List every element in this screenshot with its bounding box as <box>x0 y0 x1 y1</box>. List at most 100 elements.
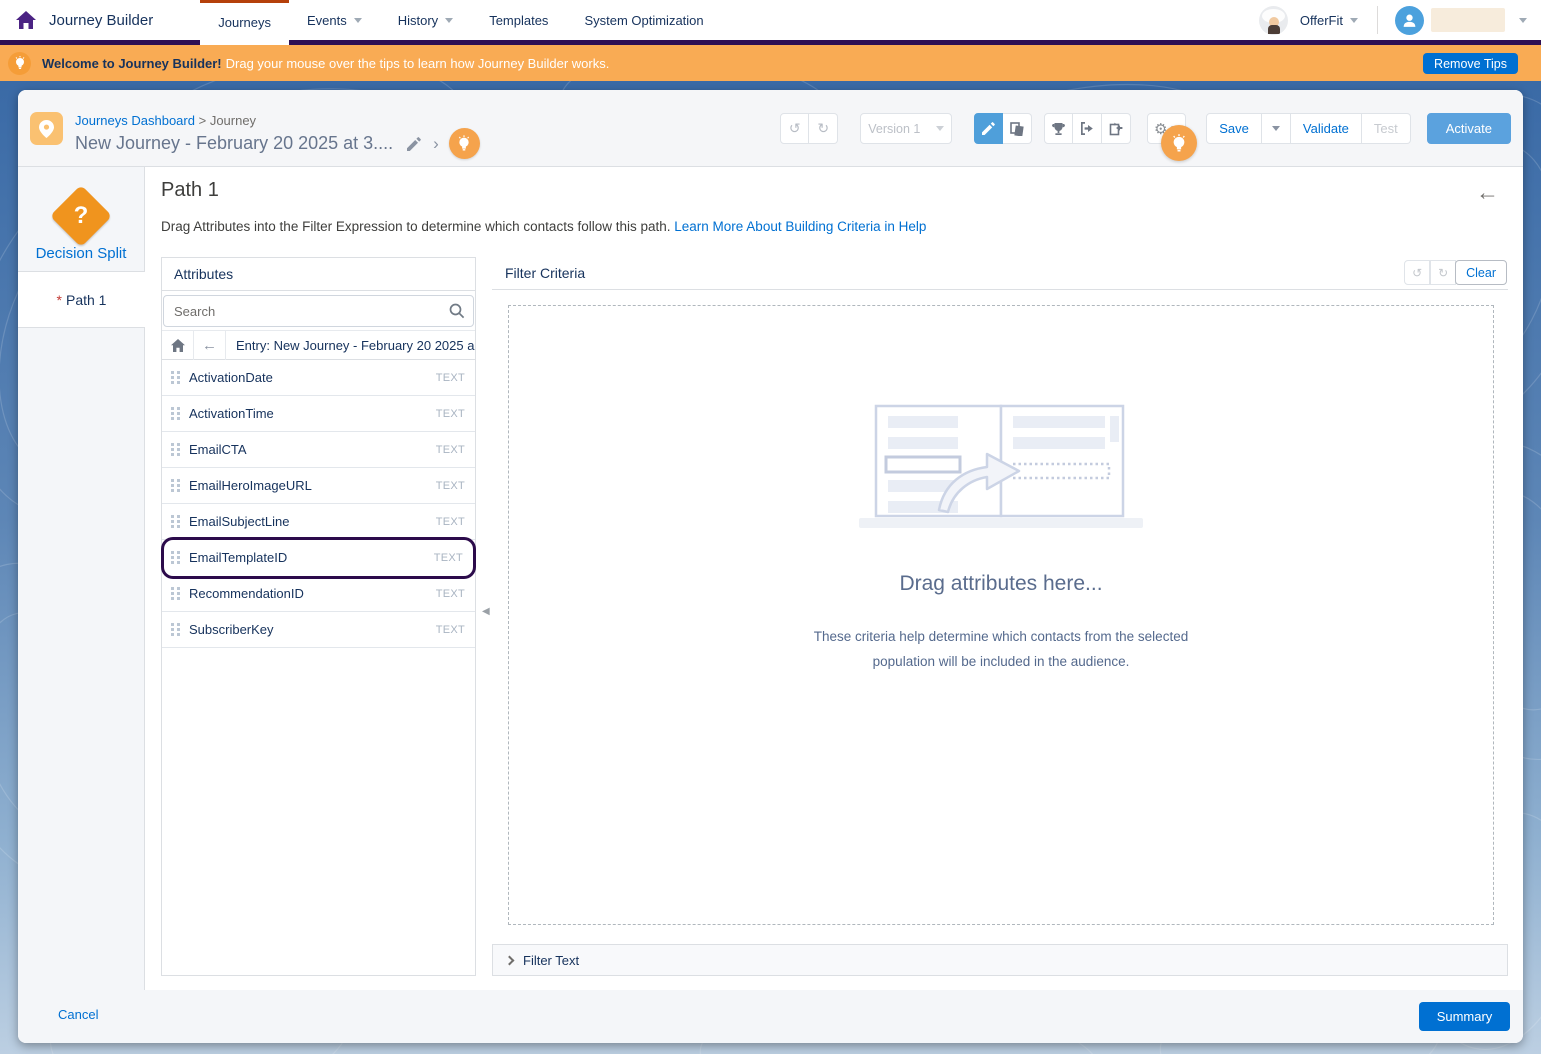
clear-button[interactable]: Clear <box>1455 260 1507 285</box>
version-dropdown[interactable]: Version 1 <box>860 113 952 144</box>
drag-handle-icon[interactable] <box>171 479 180 492</box>
breadcrumb-journeys-dashboard-link[interactable]: Journeys Dashboard <box>75 113 195 128</box>
einstein-avatar[interactable] <box>1259 6 1288 35</box>
assistant-menu-label[interactable]: OfferFit <box>1300 13 1343 28</box>
edit-mode-button[interactable] <box>974 113 1003 144</box>
banner-title: Welcome to Journey Builder! <box>42 56 222 71</box>
attribute-type: TEXT <box>436 480 465 492</box>
redo-button[interactable]: ↻ <box>809 113 838 144</box>
drag-handle-icon[interactable] <box>171 443 180 456</box>
attribute-name: RecommendationID <box>189 586 436 601</box>
attribute-row-emailsubjectline[interactable]: EmailSubjectLine TEXT <box>162 504 475 540</box>
tab-history[interactable]: History <box>380 0 471 40</box>
attributes-home-button[interactable] <box>162 330 194 360</box>
dropzone-line1: These criteria help determine which cont… <box>814 629 1188 644</box>
search-input[interactable] <box>163 295 474 327</box>
attribute-row-activationtime[interactable]: ActivationTime TEXT <box>162 396 475 432</box>
description-text: Drag Attributes into the Filter Expressi… <box>161 219 671 234</box>
validate-button[interactable]: Validate <box>1291 113 1362 144</box>
filter-criteria-title: Filter Criteria <box>505 265 585 281</box>
nav-tabs: Journeys Events History Templates System… <box>200 0 721 45</box>
tab-templates[interactable]: Templates <box>471 0 566 40</box>
copy-flow-icon <box>1109 122 1123 136</box>
attribute-name: EmailSubjectLine <box>189 514 436 529</box>
chevron-down-icon <box>936 126 944 131</box>
dropzone-title: Drag attributes here... <box>899 572 1102 596</box>
person-icon <box>1401 12 1418 29</box>
decision-split-card[interactable]: ? Decision Split <box>18 167 144 272</box>
read-view-button[interactable] <box>1003 113 1032 144</box>
remove-tips-button[interactable]: Remove Tips <box>1423 53 1518 74</box>
tip-lightbulb-icon[interactable] <box>1161 125 1197 161</box>
drag-handle-icon[interactable] <box>171 551 180 564</box>
help-link[interactable]: Learn More About Building Criteria in He… <box>674 219 926 234</box>
attribute-row-emailheroimageurl[interactable]: EmailHeroImageURL TEXT <box>162 468 475 504</box>
test-button[interactable]: Test <box>1362 113 1411 144</box>
filter-dropzone[interactable]: Drag attributes here... These criteria h… <box>508 305 1494 925</box>
collapse-panel-icon[interactable]: ◀ <box>482 606 490 617</box>
attribute-name: SubscriberKey <box>189 622 436 637</box>
chevron-down-icon[interactable] <box>1350 18 1358 23</box>
tab-system-optimization[interactable]: System Optimization <box>566 0 721 40</box>
filter-redo-button[interactable]: ↻ <box>1430 260 1456 285</box>
home-icon[interactable] <box>15 10 37 30</box>
exit-criteria-button[interactable] <box>1073 113 1102 144</box>
tab-events[interactable]: Events <box>289 0 380 40</box>
tab-label: Journeys <box>218 15 271 30</box>
back-arrow-icon[interactable]: ← <box>1476 181 1499 204</box>
drag-handle-icon[interactable] <box>171 623 180 636</box>
drag-handle-icon[interactable] <box>171 407 180 420</box>
drag-handle-icon[interactable] <box>171 515 180 528</box>
attribute-type: TEXT <box>436 444 465 456</box>
tab-label: System Optimization <box>584 13 703 28</box>
undo-button[interactable]: ↺ <box>780 113 809 144</box>
user-avatar[interactable] <box>1395 6 1424 35</box>
summary-button[interactable]: Summary <box>1419 1002 1510 1031</box>
chevron-right-icon[interactable]: › <box>433 134 439 154</box>
path-description: Drag Attributes into the Filter Expressi… <box>161 219 926 234</box>
search-icon <box>449 303 465 319</box>
attributes-back-button[interactable]: ← <box>194 330 226 360</box>
breadcrumb: Journeys Dashboard > Journey <box>75 113 256 128</box>
attribute-type: TEXT <box>436 588 465 600</box>
banner-text: Welcome to Journey Builder! Drag your mou… <box>42 56 609 71</box>
home-icon <box>171 339 185 352</box>
attribute-type: TEXT <box>434 552 463 564</box>
attribute-row-emailcta[interactable]: EmailCTA TEXT <box>162 432 475 468</box>
question-mark-glyph: ? <box>59 194 103 238</box>
save-options-button[interactable] <box>1262 113 1291 144</box>
attribute-row-subscriberkey[interactable]: SubscriberKey TEXT <box>162 612 475 648</box>
decision-split-icon: ? <box>50 185 112 247</box>
attributes-breadcrumb[interactable]: Entry: New Journey - February 20 2025 a <box>226 338 475 353</box>
filter-undo-button[interactable]: ↺ <box>1404 260 1430 285</box>
attribute-type: TEXT <box>436 408 465 420</box>
tab-label: Events <box>307 13 347 28</box>
save-button[interactable]: Save <box>1206 113 1262 144</box>
tip-lightbulb-icon[interactable] <box>449 128 480 159</box>
cancel-button[interactable]: Cancel <box>58 1007 98 1022</box>
banner-message: Drag your mouse over the tips to learn h… <box>226 56 610 71</box>
attribute-row-emailtemplateid[interactable]: EmailTemplateID TEXT <box>164 540 473 576</box>
attribute-row-activationdate[interactable]: ActivationDate TEXT <box>162 360 475 396</box>
edit-pencil-icon[interactable] <box>407 137 421 151</box>
goals-button[interactable] <box>1044 113 1073 144</box>
copy-journey-button[interactable] <box>1102 113 1131 144</box>
activity-rail: ? Decision Split * Path 1 <box>18 167 145 990</box>
activate-button[interactable]: Activate <box>1427 113 1511 144</box>
tab-label: Templates <box>489 13 548 28</box>
user-name-redacted <box>1431 8 1505 32</box>
chevron-down-icon <box>1272 126 1280 131</box>
welcome-banner: Welcome to Journey Builder! Drag your mou… <box>0 45 1541 81</box>
filter-text-toggle[interactable]: Filter Text <box>492 944 1508 976</box>
divider <box>1377 6 1378 34</box>
attribute-row-recommendationid[interactable]: RecommendationID TEXT <box>162 576 475 612</box>
attribute-type: TEXT <box>436 372 465 384</box>
path-1-tab[interactable]: * Path 1 <box>18 272 145 328</box>
drag-handle-icon[interactable] <box>171 587 180 600</box>
brand: Journey Builder <box>0 0 153 40</box>
chevron-down-icon[interactable] <box>1519 18 1527 23</box>
tab-journeys[interactable]: Journeys <box>200 0 289 45</box>
journey-toolbar: ↺ ↻ Version 1 <box>780 113 1511 144</box>
drag-handle-icon[interactable] <box>171 371 180 384</box>
breadcrumb-separator: > <box>199 113 207 128</box>
